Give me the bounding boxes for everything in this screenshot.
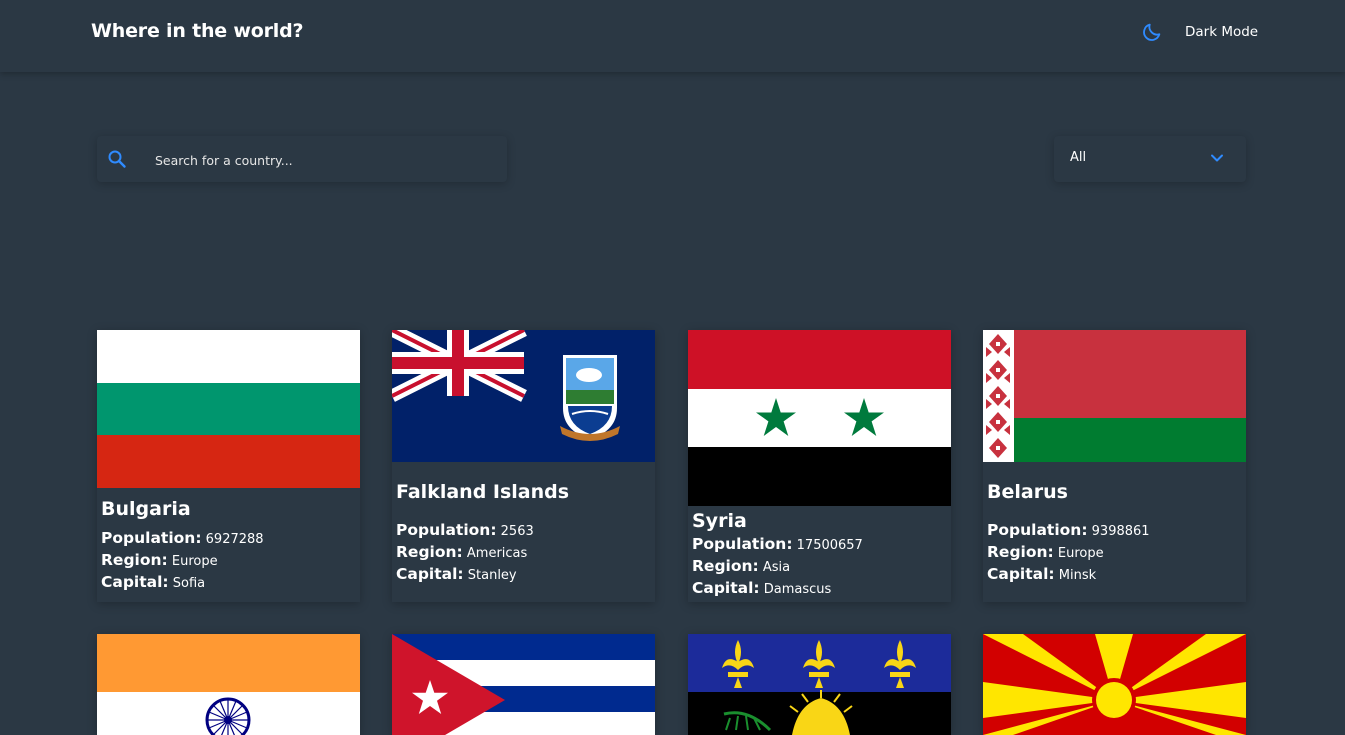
- country-card-syria[interactable]: Syria Population: 17500657 Region: Asia …: [688, 330, 951, 602]
- region-stat: Region: Asia: [692, 557, 790, 575]
- capital-value: Damascus: [763, 582, 832, 597]
- country-card-india[interactable]: [97, 634, 360, 735]
- app-title: Where in the world?: [91, 20, 304, 42]
- flag-image: [392, 330, 655, 462]
- region-filter-value: All: [1070, 150, 1087, 165]
- region-label: Region:: [987, 543, 1054, 561]
- population-stat: Population: 17500657: [692, 535, 863, 553]
- country-name: Syria: [692, 510, 747, 532]
- country-card-bulgaria[interactable]: Bulgaria Population: 6927288 Region: Eur…: [97, 330, 360, 602]
- country-name: Falkland Islands: [396, 481, 570, 503]
- flag-image: [392, 634, 655, 735]
- capital-stat: Capital: Sofia: [101, 573, 205, 591]
- population-value: 17500657: [796, 538, 863, 553]
- population-value: 2563: [500, 524, 534, 539]
- flag-image: [688, 634, 951, 735]
- population-label: Population:: [101, 529, 202, 547]
- region-value: Americas: [466, 546, 528, 561]
- search-input[interactable]: [153, 136, 497, 184]
- region-value: Europe: [171, 554, 218, 569]
- region-label: Region:: [396, 543, 463, 561]
- dark-mode-toggle[interactable]: Dark Mode: [1141, 20, 1258, 44]
- search-icon: [108, 150, 126, 168]
- search-box[interactable]: [97, 136, 507, 184]
- capital-stat: Capital: Minsk: [987, 565, 1096, 583]
- population-stat: Population: 2563: [396, 521, 534, 539]
- country-name: Bulgaria: [101, 498, 191, 520]
- region-filter-select[interactable]: All: [1054, 136, 1246, 182]
- population-stat: Population: 6927288: [101, 529, 264, 547]
- capital-label: Capital:: [692, 579, 760, 597]
- flag-image: [983, 330, 1246, 462]
- chevron-down-icon: [1211, 154, 1223, 162]
- region-stat: Region: Europe: [987, 543, 1104, 561]
- capital-value: Minsk: [1058, 568, 1097, 583]
- flag-image: [983, 634, 1246, 735]
- region-label: Region:: [101, 551, 168, 569]
- dark-mode-label: Dark Mode: [1185, 24, 1259, 40]
- population-value: 6927288: [205, 532, 264, 547]
- moon-icon: [1143, 23, 1161, 41]
- population-stat: Population: 9398861: [987, 521, 1150, 539]
- population-value: 9398861: [1091, 524, 1150, 539]
- region-stat: Region: Americas: [396, 543, 527, 561]
- header: Where in the world? Dark Mode: [0, 0, 1345, 72]
- country-card-guadeloupe[interactable]: [688, 634, 951, 735]
- capital-stat: Capital: Damascus: [692, 579, 831, 597]
- region-label: Region:: [692, 557, 759, 575]
- country-name: Belarus: [987, 481, 1068, 503]
- capital-label: Capital:: [101, 573, 169, 591]
- country-card-cuba[interactable]: [392, 634, 655, 735]
- capital-label: Capital:: [396, 565, 464, 583]
- flag-image: [97, 330, 360, 488]
- population-label: Population:: [692, 535, 793, 553]
- flag-image: [688, 330, 951, 506]
- population-label: Population:: [987, 521, 1088, 539]
- capital-label: Capital:: [987, 565, 1055, 583]
- region-value: Europe: [1057, 546, 1104, 561]
- country-card-belarus[interactable]: Belarus Population: 9398861 Region: Euro…: [983, 330, 1246, 602]
- capital-value: Sofia: [172, 576, 206, 591]
- capital-stat: Capital: Stanley: [396, 565, 517, 583]
- capital-value: Stanley: [467, 568, 517, 583]
- region-stat: Region: Europe: [101, 551, 218, 569]
- population-label: Population:: [396, 521, 497, 539]
- region-value: Asia: [762, 560, 791, 575]
- country-card-north-macedonia[interactable]: [983, 634, 1246, 735]
- country-card-falkland-islands[interactable]: Falkland Islands Population: 2563 Region…: [392, 330, 655, 602]
- flag-image: [97, 634, 360, 735]
